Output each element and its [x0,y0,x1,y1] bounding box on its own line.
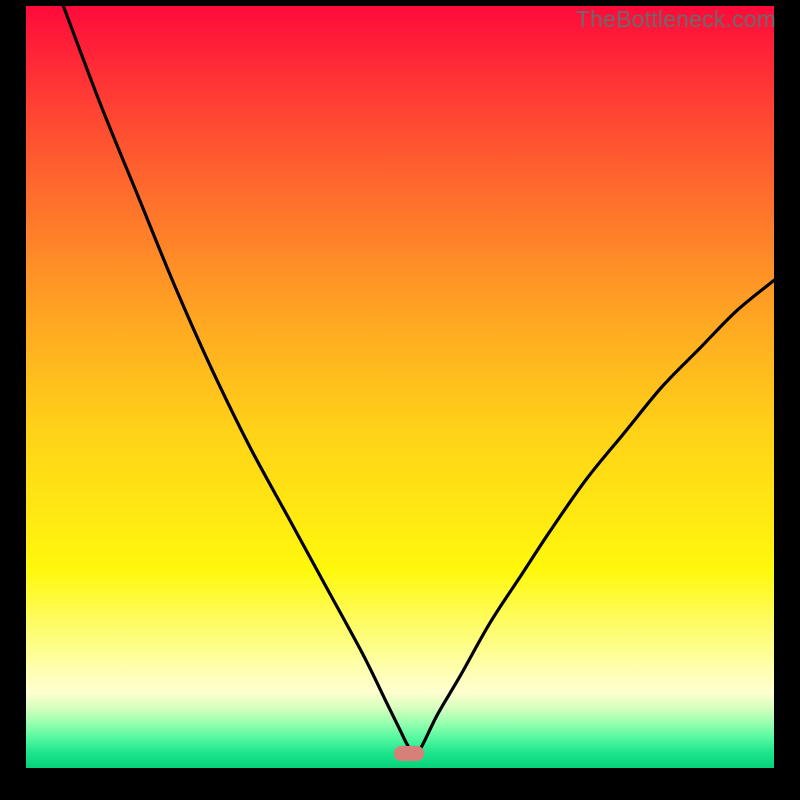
chart-frame: TheBottleneck.com [0,0,800,800]
optimal-point-marker [394,746,424,761]
bottleneck-curve [26,6,774,768]
plot-area [26,6,774,768]
watermark-text: TheBottleneck.com [576,6,776,33]
